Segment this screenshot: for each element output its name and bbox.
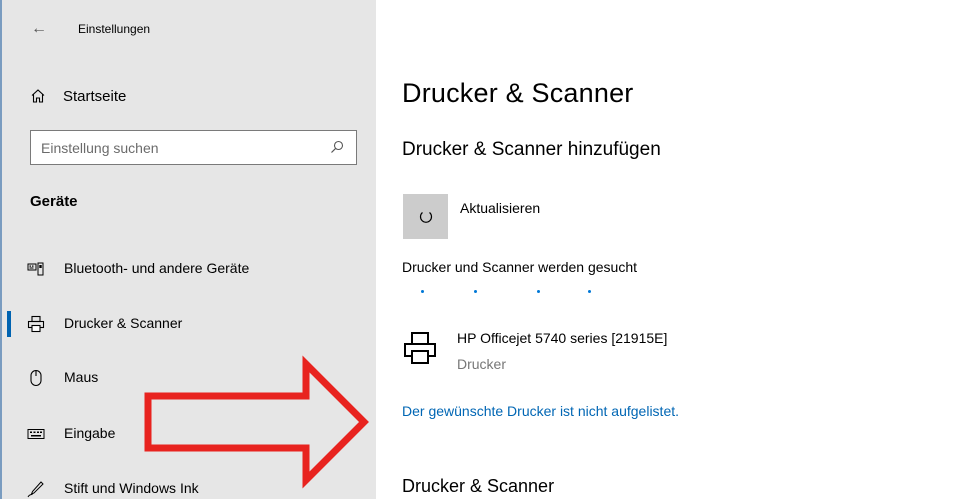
refresh-label[interactable]: Aktualisieren	[460, 200, 540, 216]
printer-icon	[404, 332, 436, 364]
printer-name: HP Officejet 5740 series [21915E]	[457, 330, 668, 346]
keyboard-icon	[27, 425, 45, 443]
main-content: Drucker & Scanner Drucker & Scanner hinz…	[376, 0, 963, 499]
printer-nav-icon	[27, 315, 45, 333]
sidebar-item-bluetooth[interactable]: Bluetooth- und andere Geräte	[0, 256, 376, 282]
sidebar-item-label: Stift und Windows Ink	[64, 480, 199, 496]
home-label: Startseite	[63, 87, 127, 105]
search-box[interactable]	[30, 130, 357, 165]
sidebar-item-label: Drucker & Scanner	[64, 315, 183, 331]
refresh-icon	[419, 211, 432, 223]
mouse-icon	[27, 369, 45, 387]
progress-dot	[588, 290, 591, 293]
page-title: Drucker & Scanner	[402, 78, 634, 108]
active-indicator	[7, 311, 11, 337]
sidebar-item-label: Maus	[64, 369, 99, 385]
home-nav-item[interactable]: Startseite	[30, 86, 126, 106]
app-title: Einstellungen	[78, 22, 151, 36]
bluetooth-devices-icon	[27, 260, 45, 278]
progress-dot	[537, 290, 540, 293]
printers-list-heading: Drucker & Scanner	[402, 476, 555, 496]
progress-dot	[474, 290, 477, 293]
search-icon[interactable]	[330, 140, 344, 154]
progress-dot	[421, 290, 424, 293]
sidebar-item-printers[interactable]: Drucker & Scanner	[0, 311, 376, 337]
home-icon	[31, 89, 45, 103]
sidebar-item-pen[interactable]: Stift und Windows Ink	[0, 476, 376, 502]
sidebar-item-input[interactable]: Eingabe	[0, 421, 376, 447]
printer-type: Drucker	[457, 356, 507, 372]
add-section-heading: Drucker & Scanner hinzufügen	[402, 139, 661, 160]
sidebar-item-label: Eingabe	[64, 425, 116, 441]
refresh-button[interactable]	[403, 194, 448, 239]
sidebar-item-label: Bluetooth- und andere Geräte	[64, 260, 250, 276]
back-arrow-icon[interactable]: ←	[31, 20, 47, 38]
section-title: Geräte	[30, 193, 78, 210]
sidebar: ← Einstellungen Startseite Geräte Blueto…	[0, 0, 376, 499]
searching-status: Drucker und Scanner werden gesucht	[402, 259, 638, 275]
printer-not-listed-link[interactable]: Der gewünschte Drucker ist nicht aufgeli…	[402, 403, 679, 419]
search-input[interactable]	[31, 131, 331, 164]
sidebar-item-mouse[interactable]: Maus	[0, 365, 376, 391]
pen-icon	[27, 480, 45, 498]
